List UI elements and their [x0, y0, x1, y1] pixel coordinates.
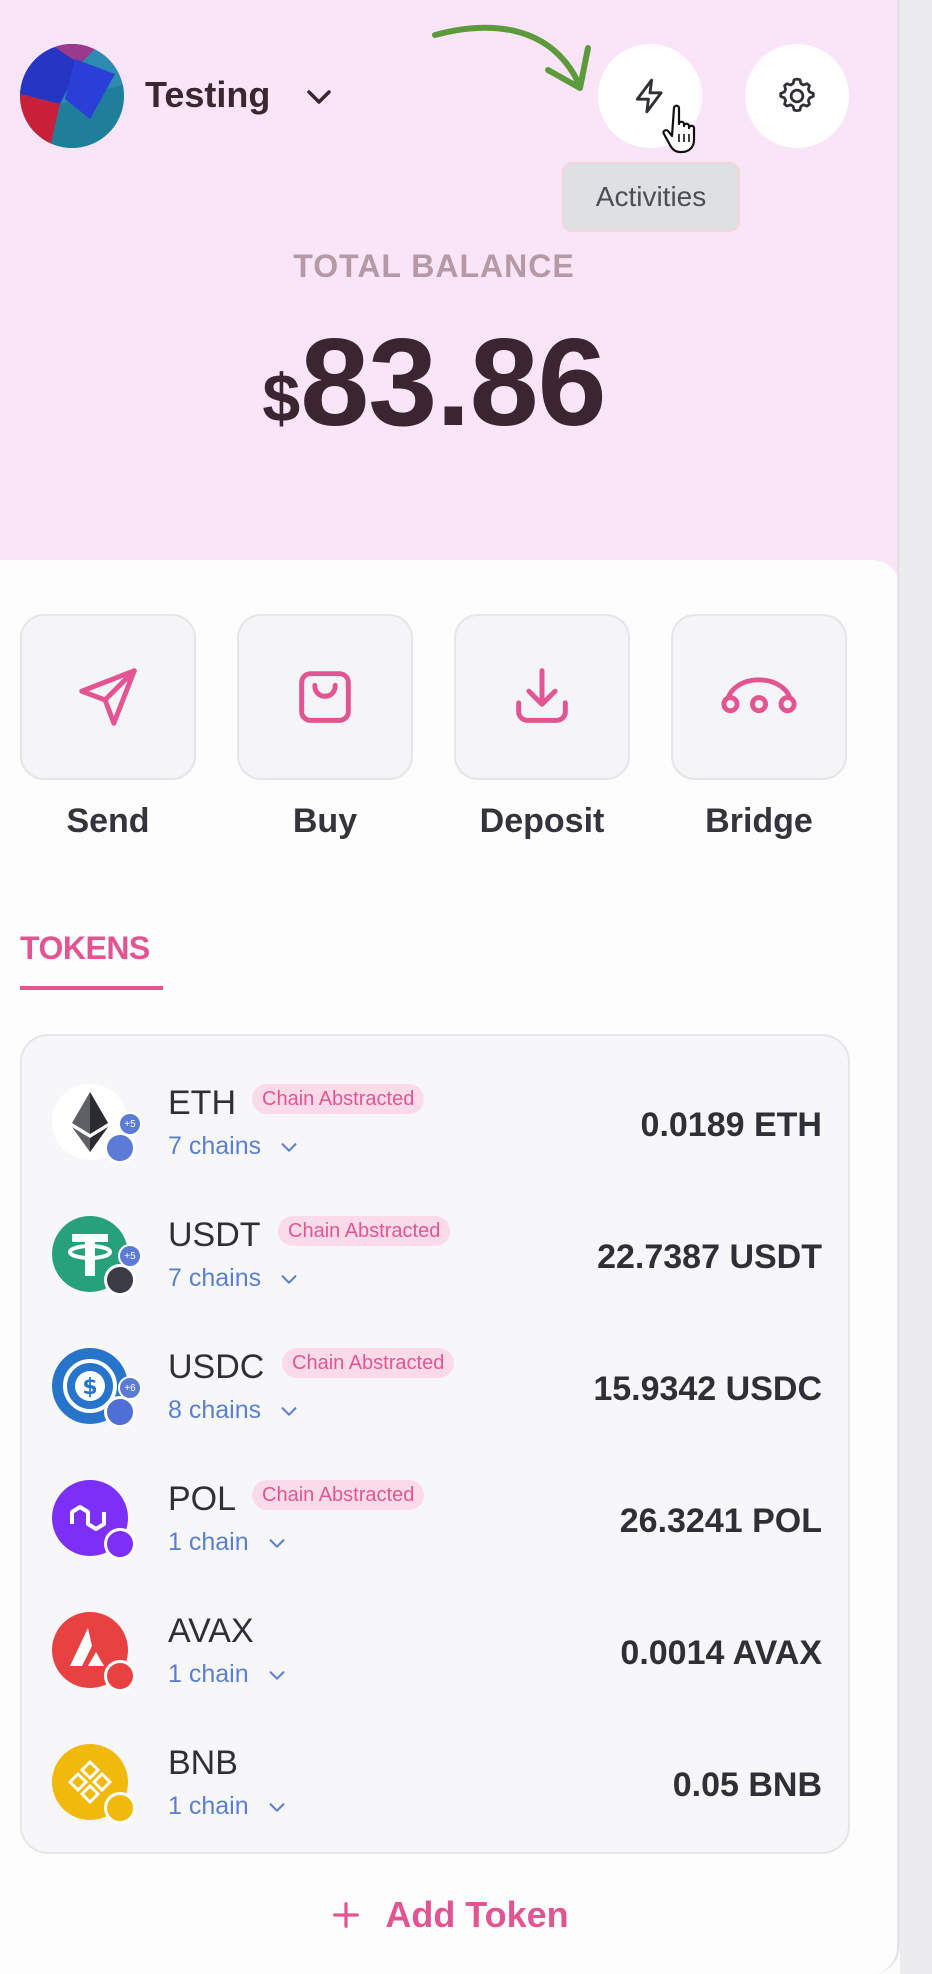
- chevron-down-icon: [269, 1803, 285, 1813]
- token-row-usdc[interactable]: $ +6 USDC Chain Abstracted 8 chains 15.9…: [22, 1338, 848, 1470]
- eth-icon: +5: [52, 1084, 142, 1164]
- chain-badge: [104, 1264, 136, 1296]
- chevron-down-icon: [269, 1671, 285, 1681]
- wallet-app: Testing Activities TOTAL BALANCE $83.86 …: [0, 0, 932, 1974]
- gear-icon: [779, 77, 815, 113]
- token-balance: 0.0189 ETH: [640, 1106, 822, 1144]
- chevron-down-icon: [281, 1275, 297, 1285]
- token-balance: 22.7387 USDT: [597, 1238, 822, 1276]
- token-list: +5 ETH Chain Abstracted 7 chains 0.0189 …: [20, 1034, 850, 1854]
- token-balance: 0.0014 AVAX: [620, 1634, 822, 1672]
- send-icon: [79, 668, 137, 726]
- chains-count: 7 chains: [168, 1132, 262, 1160]
- tab-tokens[interactable]: TOKENS: [20, 930, 150, 967]
- token-symbol: USDT: [168, 1216, 261, 1254]
- chains-toggle[interactable]: 1 chain: [168, 1528, 288, 1557]
- hand-cursor-icon: [662, 104, 696, 154]
- quick-actions: Send Buy Deposit Bridge: [20, 614, 850, 844]
- account-avatar[interactable]: [20, 44, 124, 148]
- add-token-label: Add Token: [385, 1893, 569, 1935]
- deposit-label: Deposit: [479, 802, 605, 840]
- activities-tooltip: Activities: [562, 162, 740, 232]
- currency-symbol: $: [262, 360, 301, 437]
- chevron-down-icon: [281, 1407, 297, 1417]
- token-symbol: POL: [168, 1480, 237, 1518]
- add-token-button[interactable]: Add Token: [0, 1855, 897, 1974]
- token-balance: 0.05 BNB: [672, 1766, 822, 1804]
- bnb-icon: [52, 1744, 136, 1824]
- chain-abstracted-badge: Chain Abstracted: [252, 1480, 425, 1510]
- balance-amount: 83.86: [300, 314, 606, 452]
- chevron-down-icon[interactable]: [302, 80, 336, 114]
- token-symbol: BNB: [168, 1744, 238, 1782]
- chevron-down-icon: [281, 1143, 297, 1153]
- chain-badge: [104, 1396, 136, 1428]
- chevron-down-icon: [269, 1539, 285, 1549]
- chains-toggle[interactable]: 8 chains: [168, 1396, 300, 1425]
- token-row-eth[interactable]: +5 ETH Chain Abstracted 7 chains 0.0189 …: [22, 1074, 848, 1206]
- chain-badge: [104, 1132, 136, 1164]
- chains-count: 1 chain: [168, 1792, 249, 1820]
- settings-button[interactable]: [745, 44, 849, 148]
- svg-text:$: $: [82, 1375, 97, 1400]
- tab-underline: [20, 986, 163, 990]
- token-row-avax[interactable]: AVAX 1 chain 0.0014 AVAX: [22, 1602, 848, 1734]
- token-row-bnb[interactable]: BNB 1 chain 0.05 BNB: [22, 1734, 848, 1852]
- buy-button[interactable]: [237, 614, 413, 780]
- deposit-action[interactable]: Deposit: [454, 614, 630, 841]
- chains-count: 7 chains: [168, 1264, 262, 1292]
- extra-chains-badge: +5: [118, 1112, 142, 1136]
- chains-count: 1 chain: [168, 1660, 249, 1688]
- chains-toggle[interactable]: 7 chains: [168, 1132, 300, 1161]
- token-symbol: AVAX: [168, 1612, 254, 1650]
- token-row-pol[interactable]: POL Chain Abstracted 1 chain 26.3241 POL: [22, 1470, 848, 1602]
- chains-toggle[interactable]: 7 chains: [168, 1264, 300, 1293]
- chain-abstracted-badge: Chain Abstracted: [278, 1216, 451, 1246]
- token-row-usdt[interactable]: +5 USDT Chain Abstracted 7 chains 22.738…: [22, 1206, 848, 1338]
- bridge-label: Bridge: [705, 802, 813, 840]
- chains-toggle[interactable]: 1 chain: [168, 1792, 288, 1821]
- buy-action[interactable]: Buy: [237, 614, 413, 841]
- buy-label: Buy: [292, 802, 358, 840]
- send-label: Send: [66, 802, 150, 840]
- avax-icon: [52, 1612, 136, 1692]
- window-edge: [900, 0, 932, 1974]
- usdt-icon: +5: [52, 1216, 142, 1296]
- balance-header: Testing Activities TOTAL BALANCE $83.86: [0, 0, 897, 580]
- chain-abstracted-badge: Chain Abstracted: [282, 1348, 455, 1378]
- green-arrow-annotation: [432, 24, 591, 91]
- chain-badge: [104, 1528, 136, 1560]
- token-symbol: USDC: [168, 1348, 265, 1386]
- token-symbol: ETH: [168, 1084, 236, 1122]
- send-action[interactable]: Send: [20, 614, 196, 841]
- send-button[interactable]: [20, 614, 196, 780]
- token-balance: 26.3241 POL: [619, 1502, 822, 1540]
- balance-label: TOTAL BALANCE: [293, 248, 575, 284]
- download-icon: [516, 668, 568, 723]
- token-balance: 15.9342 USDC: [593, 1370, 822, 1408]
- usdc-icon: $ +6: [52, 1348, 142, 1428]
- shopping-bag-icon: [299, 671, 351, 723]
- pol-icon: [52, 1480, 136, 1560]
- extra-chains-badge: +5: [118, 1244, 142, 1268]
- bridge-icon: [721, 677, 797, 714]
- deposit-button[interactable]: [454, 614, 630, 780]
- total-balance: $83.86: [0, 312, 868, 454]
- plus-icon: [333, 1901, 360, 1928]
- chain-badge: [104, 1660, 136, 1692]
- chain-abstracted-badge: Chain Abstracted: [252, 1084, 425, 1114]
- extra-chains-badge: +6: [118, 1376, 142, 1400]
- chains-count: 1 chain: [168, 1528, 249, 1556]
- chains-count: 8 chains: [168, 1396, 262, 1424]
- wallet-panel: Testing Activities TOTAL BALANCE $83.86 …: [0, 0, 900, 1974]
- chains-toggle[interactable]: 1 chain: [168, 1660, 288, 1689]
- bridge-button[interactable]: [671, 614, 847, 780]
- chain-badge: [104, 1792, 136, 1824]
- account-name[interactable]: Testing: [145, 74, 270, 116]
- bridge-action[interactable]: Bridge: [671, 614, 847, 841]
